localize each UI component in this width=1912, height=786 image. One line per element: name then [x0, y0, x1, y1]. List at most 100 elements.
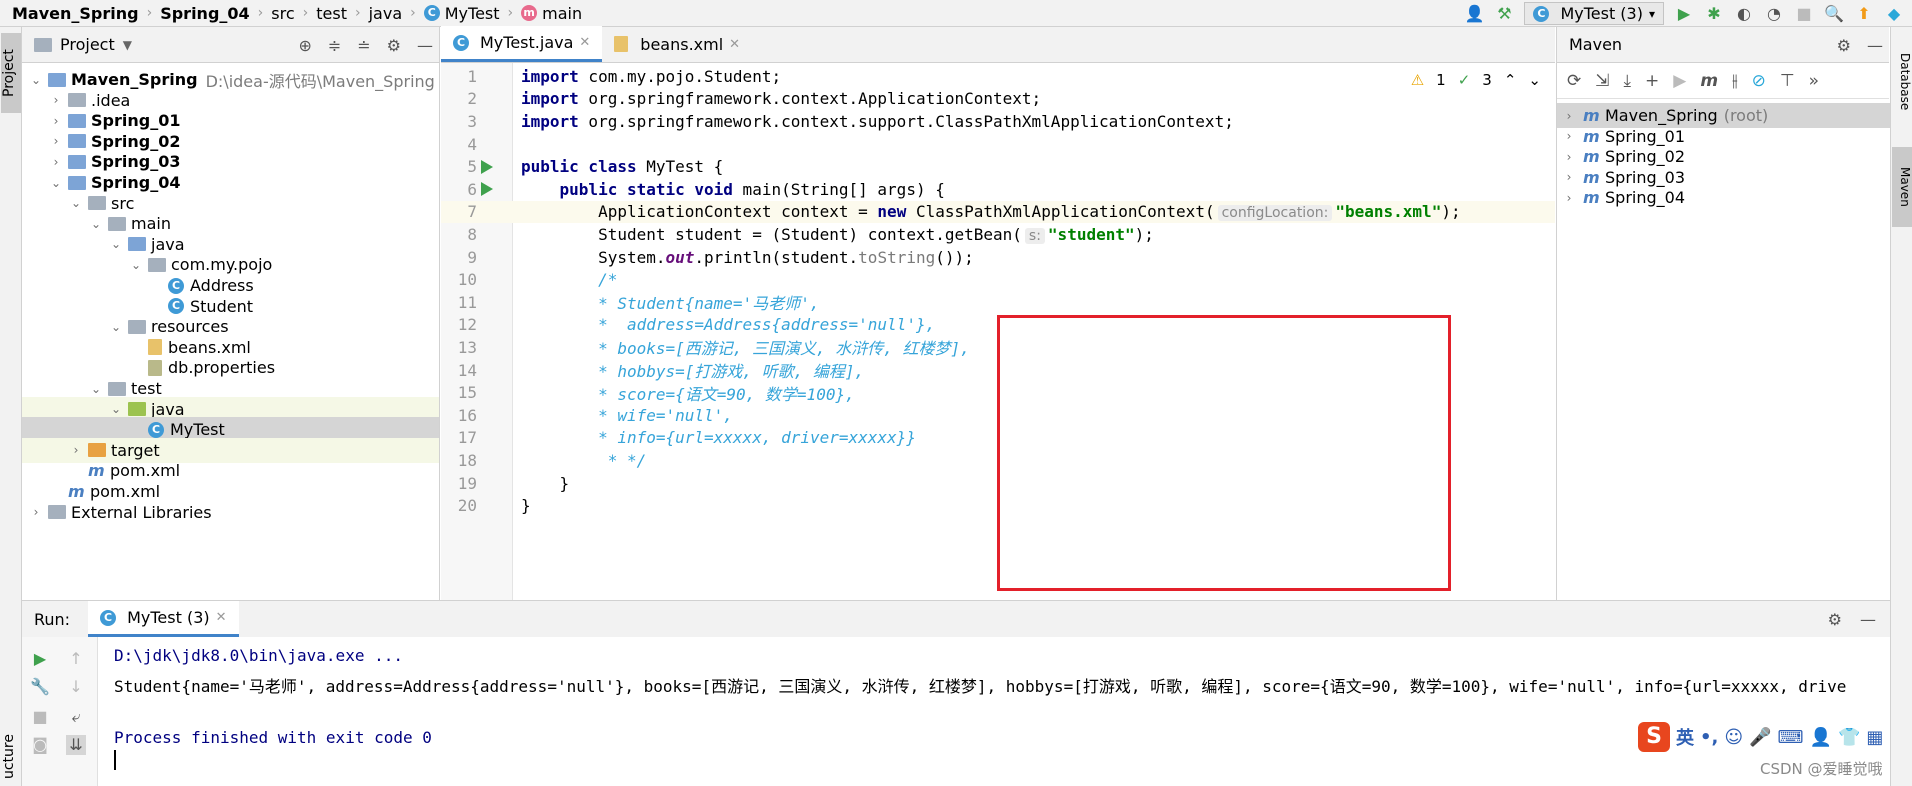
ime-language[interactable]: 英	[1676, 724, 1694, 750]
minimize-icon[interactable]: —	[417, 36, 433, 55]
update-icon[interactable]: ⬆	[1854, 4, 1874, 24]
show-dependencies-icon[interactable]: ⊤	[1780, 71, 1795, 91]
maven-tool-tab[interactable]: Maven	[1892, 147, 1912, 227]
breadcrumb-java[interactable]: java	[369, 4, 403, 23]
user-icon[interactable]: 👤	[1810, 727, 1832, 748]
chevron-down-icon[interactable]: ⌄	[128, 258, 144, 272]
console-caret[interactable]	[114, 750, 116, 770]
skip-tests-icon[interactable]: ⊘	[1752, 71, 1766, 91]
chevron-down-icon[interactable]: ⌄	[1528, 71, 1541, 89]
project-panel-title[interactable]: Project	[60, 35, 115, 54]
chevron-right-icon[interactable]: ›	[28, 505, 44, 519]
sogou-logo-icon[interactable]: S	[1638, 722, 1670, 752]
code-line[interactable]: 9 System.out.println(student.toString())…	[441, 246, 1555, 269]
chevron-up-icon[interactable]: ⌃	[1504, 71, 1517, 89]
close-icon[interactable]: ✕	[579, 35, 590, 50]
emoji-icon[interactable]: ☺	[1724, 727, 1743, 748]
expand-all-icon[interactable]: ≑	[328, 36, 341, 55]
tree-item[interactable]: › External Libraries	[22, 500, 439, 525]
project-tool-tab[interactable]: Project	[1, 33, 21, 113]
skin-icon[interactable]: 👕	[1838, 727, 1860, 748]
chevron-down-icon[interactable]: ▼	[123, 38, 132, 52]
tools-grid-icon[interactable]: ▦	[1866, 727, 1883, 748]
chevron-right-icon[interactable]: ›	[1561, 109, 1577, 123]
rerun-icon[interactable]: ▶	[30, 649, 50, 669]
wrench-icon[interactable]: 🔧	[30, 677, 50, 697]
chevron-right-icon[interactable]: ›	[48, 93, 64, 107]
minimize-icon[interactable]: —	[1867, 36, 1883, 55]
keyboard-icon[interactable]: ⌨	[1778, 727, 1804, 748]
chevron-down-icon[interactable]: ⌄	[108, 237, 124, 251]
camera-icon[interactable]: ◙	[30, 735, 50, 755]
maven-goal-icon[interactable]: m	[1700, 71, 1718, 91]
up-arrow-icon[interactable]: ↑	[66, 649, 86, 669]
tab-beans-xml[interactable]: beans.xml ✕	[602, 26, 752, 62]
run-icon[interactable]: ▶	[1674, 4, 1694, 24]
gear-icon[interactable]: ⚙	[1837, 36, 1851, 55]
breadcrumb-class[interactable]: MyTest	[445, 4, 500, 23]
code-line[interactable]: 7 ApplicationContext context = new Class…	[441, 200, 1555, 224]
debug-icon[interactable]: ✱	[1704, 4, 1724, 24]
chevron-right-icon[interactable]: ›	[1561, 170, 1577, 184]
code-line[interactable]: 3 import org.springframework.context.supp…	[441, 110, 1555, 133]
close-icon[interactable]: ✕	[729, 37, 740, 52]
chevron-right-icon[interactable]: ›	[68, 443, 84, 457]
more-icon[interactable]: »	[1809, 71, 1819, 91]
maven-project-item[interactable]: › m Spring_04	[1557, 185, 1890, 210]
run-tab[interactable]: C MyTest (3) ✕	[88, 601, 239, 637]
chevron-right-icon[interactable]: ›	[1561, 129, 1577, 143]
chevron-right-icon[interactable]: ›	[1561, 150, 1577, 164]
breadcrumb-src[interactable]: src	[271, 4, 294, 23]
stop-icon[interactable]: ■	[30, 707, 50, 727]
run-gutter-icon[interactable]	[481, 159, 493, 174]
microphone-icon[interactable]: 🎤	[1749, 727, 1771, 748]
scroll-to-end-icon[interactable]: ⇊	[66, 735, 86, 755]
breadcrumb-test[interactable]: test	[316, 4, 347, 23]
chevron-down-icon[interactable]: ⌄	[108, 402, 124, 416]
plugin-icon[interactable]: ◆	[1884, 4, 1904, 24]
profile-icon[interactable]: ◔	[1764, 4, 1784, 24]
build-hammer-icon[interactable]: ⚒	[1494, 4, 1514, 24]
close-icon[interactable]: ✕	[216, 610, 227, 625]
chevron-right-icon[interactable]: ›	[48, 155, 64, 169]
breadcrumb-module[interactable]: Spring_04	[160, 4, 249, 23]
download-icon[interactable]: ⤓	[1624, 71, 1632, 91]
inspection-widget[interactable]: ⚠ 1 ✓ 3 ⌃ ⌄	[1411, 71, 1541, 89]
chevron-down-icon[interactable]: ⌄	[88, 382, 104, 396]
chevron-down-icon[interactable]: ⌄	[68, 196, 84, 210]
add-icon[interactable]: +	[1645, 71, 1659, 91]
gear-icon[interactable]: ⚙	[387, 36, 401, 55]
chevron-right-icon[interactable]: ›	[48, 134, 64, 148]
toggle-offline-icon[interactable]: ⫲	[1732, 71, 1738, 91]
code-line[interactable]: 5 public class MyTest {	[441, 155, 1555, 178]
code-line[interactable]: 1 import com.my.pojo.Student;	[441, 65, 1555, 88]
chevron-down-icon[interactable]: ⌄	[88, 217, 104, 231]
code-line[interactable]: 4	[441, 133, 1555, 156]
stop-icon[interactable]: ■	[1794, 4, 1814, 24]
chevron-down-icon[interactable]: ⌄	[28, 73, 44, 87]
chevron-down-icon[interactable]: ⌄	[108, 320, 124, 334]
structure-tool-tab[interactable]: ucture	[1, 727, 21, 786]
gear-icon[interactable]: ⚙	[1828, 610, 1842, 629]
generate-sources-icon[interactable]: ⇲	[1595, 71, 1609, 91]
code-line[interactable]: 10 /*	[441, 268, 1555, 291]
down-arrow-icon[interactable]: ↓	[66, 677, 86, 697]
soft-wrap-icon[interactable]: ⤶	[66, 707, 86, 727]
collapse-all-icon[interactable]: ≐	[357, 36, 370, 55]
search-icon[interactable]: 🔍	[1824, 4, 1844, 24]
minimize-icon[interactable]: —	[1860, 610, 1876, 629]
breadcrumb-project[interactable]: Maven_Spring	[12, 4, 139, 23]
locate-icon[interactable]: ⊕	[298, 36, 311, 55]
run-gutter-icon[interactable]	[481, 182, 493, 197]
user-icon[interactable]: 👤	[1464, 4, 1484, 24]
punctuation-icon[interactable]: •,	[1700, 727, 1718, 748]
chevron-right-icon[interactable]: ›	[1561, 191, 1577, 205]
database-tool-tab[interactable]: Database	[1892, 37, 1912, 127]
code-line[interactable]: 6 public static void main(String[] args)…	[441, 178, 1555, 201]
code-line[interactable]: 8 Student student = (Student) context.ge…	[441, 223, 1555, 246]
code-line[interactable]: 2 import org.springframework.context.Appl…	[441, 88, 1555, 111]
chevron-down-icon[interactable]: ⌄	[48, 176, 64, 190]
tab-mytest-java[interactable]: C MyTest.java ✕	[441, 26, 603, 62]
run-icon[interactable]: ▶	[1673, 71, 1686, 91]
reload-icon[interactable]: ⟳	[1567, 71, 1581, 91]
